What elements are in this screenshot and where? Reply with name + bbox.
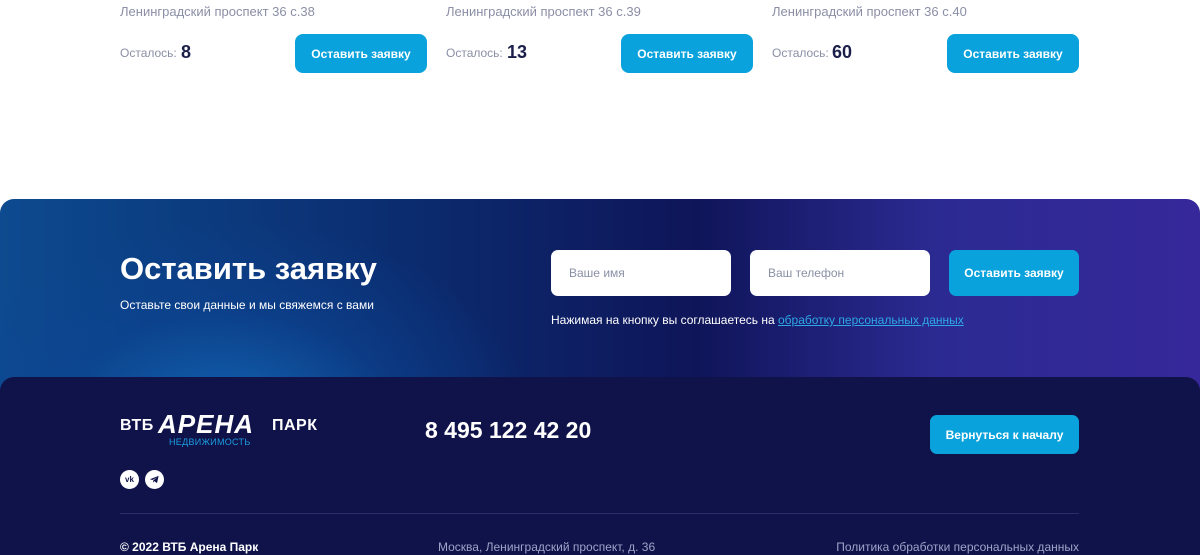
telegram-icon[interactable] [145, 470, 164, 489]
request-section: Оставить заявку Оставьте свои данные и м… [0, 199, 1200, 399]
card-address: Ленинградский проспект 36 с.39 [446, 4, 641, 19]
card-remaining-label: Осталось: [446, 46, 503, 60]
consent-prefix: Нажимая на кнопку вы соглашаетесь на [551, 313, 778, 327]
card-remaining-count: 13 [507, 42, 528, 62]
footer: ВТБ АРЕНА ПАРК НЕДВИЖИМОСТЬ 8 495 122 42… [0, 377, 1200, 555]
submit-request-button[interactable]: Оставить заявку [949, 250, 1079, 296]
footer-address: Москва, Ленинградский проспект, д. 36 [438, 540, 656, 554]
card-request-button[interactable]: Оставить заявку [295, 34, 427, 73]
privacy-policy-link[interactable]: Политика обработки персональных данных [836, 540, 1079, 554]
phone-input[interactable] [750, 250, 930, 296]
card-address: Ленинградский проспект 36 с.38 [120, 4, 315, 19]
card-address: Ленинградский проспект 36 с.40 [772, 4, 967, 19]
name-input[interactable] [551, 250, 731, 296]
telegram-glyph [149, 475, 159, 484]
consent-text: Нажимая на кнопку вы соглашаетесь на обр… [551, 313, 964, 327]
card-remaining-count: 60 [832, 42, 853, 62]
copyright: © 2022 ВТБ Арена Парк [120, 540, 259, 554]
request-subtitle: Оставьте свои данные и мы свяжемся с вам… [120, 298, 374, 312]
card-request-button[interactable]: Оставить заявку [621, 34, 753, 73]
logo-arena: АРЕНА [158, 409, 255, 439]
card-remaining-label: Осталось: [772, 46, 829, 60]
vtb-arena-park-logo[interactable]: ВТБ АРЕНА ПАРК НЕДВИЖИМОСТЬ [120, 409, 340, 453]
card-remaining-count: 8 [181, 42, 192, 62]
back-to-top-button[interactable]: Вернуться к началу [930, 415, 1079, 454]
card-building-38: Ленинградский проспект 36 с.38 Осталось:… [120, 0, 427, 80]
card-building-40: Ленинградский проспект 36 с.40 Осталось:… [772, 0, 1079, 80]
privacy-link[interactable]: обработку персональных данных [778, 313, 964, 327]
logo-vtb: ВТБ [120, 417, 154, 434]
footer-divider [120, 513, 1079, 514]
card-request-button[interactable]: Оставить заявку [947, 34, 1079, 73]
request-title: Оставить заявку [120, 251, 377, 286]
footer-phone[interactable]: 8 495 122 42 20 [425, 417, 591, 444]
card-building-39: Ленинградский проспект 36 с.39 Осталось:… [446, 0, 753, 80]
logo-subtitle: НЕДВИЖИМОСТЬ [169, 437, 251, 447]
apartment-cards: Ленинградский проспект 36 с.38 Осталось:… [0, 0, 1200, 200]
logo-park: ПАРК [272, 417, 318, 434]
card-remaining-label: Осталось: [120, 46, 177, 60]
vk-icon[interactable]: vk [120, 470, 139, 489]
